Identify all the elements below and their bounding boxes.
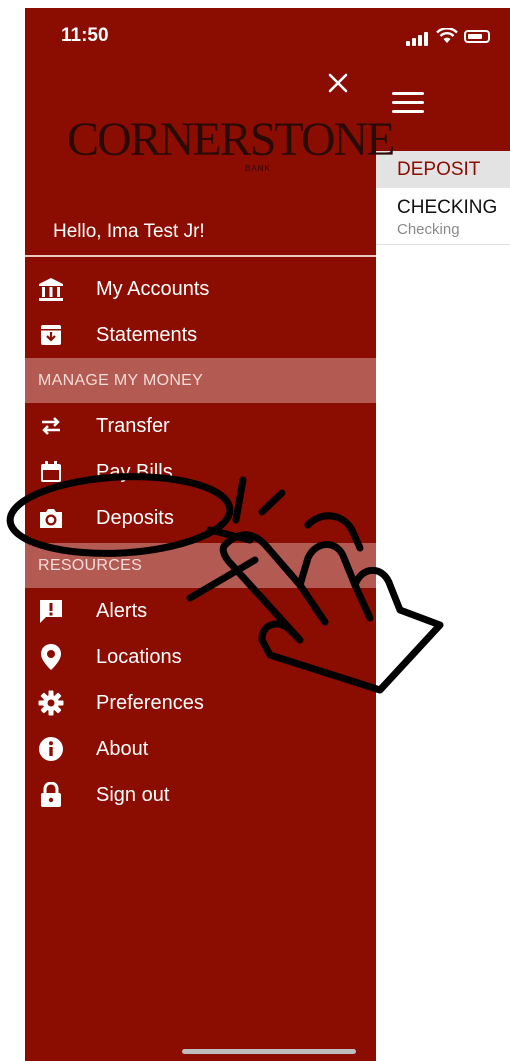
menu-label: Statements: [96, 324, 198, 346]
deposit-panel: DEPOSIT CHECKING Checking: [376, 151, 510, 1061]
close-icon[interactable]: [325, 70, 351, 96]
statement-download-icon: [37, 321, 65, 349]
hamburger-menu-icon[interactable]: [392, 90, 424, 116]
info-icon: [37, 735, 65, 763]
cornerstone-logo: CORNERSTONE BANK: [67, 112, 395, 182]
location-pin-icon: [37, 643, 65, 671]
menu-label: Deposits: [96, 507, 174, 529]
menu-item-alerts[interactable]: Alerts: [25, 588, 376, 634]
menu-label: Locations: [96, 646, 182, 668]
status-bar: 11:50: [25, 8, 510, 68]
account-row-checking[interactable]: CHECKING Checking: [376, 188, 510, 245]
wifi-icon: [436, 28, 458, 43]
section-header-resources: RESOURCES: [25, 543, 376, 588]
menu-label: Alerts: [96, 600, 148, 622]
bank-icon: [37, 275, 65, 303]
account-type: Checking: [397, 221, 460, 238]
account-name: CHECKING: [397, 197, 498, 218]
menu-item-statements[interactable]: Statements: [25, 312, 376, 358]
lock-icon: [37, 781, 65, 809]
divider: [25, 255, 376, 257]
menu-item-my-accounts[interactable]: My Accounts: [25, 266, 376, 312]
home-indicator: [182, 1049, 356, 1054]
menu-item-locations[interactable]: Locations: [25, 634, 376, 680]
calendar-icon: [37, 458, 65, 486]
alert-message-icon: [37, 597, 65, 625]
status-icons: [406, 28, 496, 46]
menu-item-deposits[interactable]: Deposits: [25, 495, 376, 541]
battery-icon: [464, 30, 490, 43]
menu-label: Pay Bills: [96, 461, 173, 483]
camera-icon: [37, 504, 65, 532]
menu-item-pay-bills[interactable]: Pay Bills: [25, 449, 376, 495]
brand-name: CORNERSTONE: [67, 113, 395, 166]
menu-label: My Accounts: [96, 278, 210, 300]
menu-label: Preferences: [96, 692, 204, 714]
user-greeting: Hello, Ima Test Jr!: [53, 221, 205, 242]
gear-icon: [37, 689, 65, 717]
phone-screen: DEPOSIT CHECKING Checking CORNERSTONE BA…: [25, 8, 510, 1061]
navigation-drawer: CORNERSTONE BANK Hello, Ima Test Jr! My …: [25, 8, 395, 1061]
brand-sub: BANK: [245, 164, 271, 173]
transfer-arrows-icon: [37, 412, 65, 440]
menu-item-preferences[interactable]: Preferences: [25, 680, 376, 726]
menu-item-transfer[interactable]: Transfer: [25, 403, 376, 449]
deposit-header: DEPOSIT: [376, 151, 510, 188]
section-header-manage: MANAGE MY MONEY: [25, 358, 376, 403]
menu-item-sign-out[interactable]: Sign out: [25, 772, 376, 818]
menu-label: Transfer: [96, 415, 170, 437]
status-time: 11:50: [61, 25, 109, 46]
menu-item-about[interactable]: About: [25, 726, 376, 772]
menu-label: About: [96, 738, 149, 760]
menu-label: Sign out: [96, 784, 170, 806]
